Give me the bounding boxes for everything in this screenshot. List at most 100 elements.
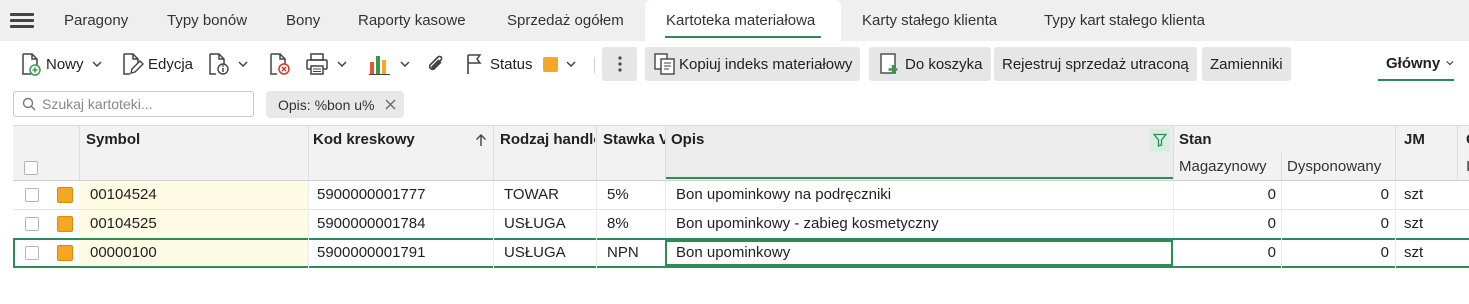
substitutes-button[interactable]: Zamienniki <box>1202 47 1291 81</box>
header-label: Kod kreskowy <box>313 131 415 148</box>
status-square <box>57 216 73 232</box>
attachments-button[interactable] <box>425 47 447 81</box>
column-divider <box>1173 181 1174 238</box>
cell-stock-warehouse: 0 <box>1267 186 1276 203</box>
tab-sprzedaz-ogolem[interactable]: Sprzedaż ogółem <box>507 0 624 41</box>
chevron-down-icon <box>566 61 576 67</box>
cell-vat: NPN <box>607 244 639 261</box>
column-divider <box>1395 181 1396 268</box>
cell-unit: szt <box>1404 244 1424 261</box>
to-cart-label: Do koszyka <box>905 55 983 73</box>
tab-label: Typy kart stałego klienta <box>1044 12 1205 29</box>
status-square <box>57 245 73 261</box>
column-divider <box>1395 125 1396 181</box>
cell-barcode: 5900000001791 <box>317 244 426 261</box>
status-button[interactable]: Status <box>464 47 576 81</box>
header-label: Dysponowany <box>1287 158 1382 175</box>
select-all-checkbox[interactable] <box>24 161 38 175</box>
column-filter-button[interactable] <box>1150 129 1170 151</box>
table-row[interactable]: 00104524 5900000001777 TOWAR 5% Bon upom… <box>13 181 1469 210</box>
tab-raporty-kasowe[interactable]: Raporty kasowe <box>358 0 466 41</box>
cell-description: Bon upominkowy na podręczniki <box>676 186 892 203</box>
column-divider <box>308 181 309 268</box>
cell-description: Bon upominkowy <box>676 244 791 261</box>
edit-label: Edycja <box>148 55 194 73</box>
close-icon[interactable] <box>385 99 396 110</box>
column-divider <box>1173 125 1174 181</box>
cell-stock-warehouse: 0 <box>1267 215 1276 232</box>
cell-stock-available: 0 <box>1380 244 1389 261</box>
view-selector[interactable]: Główny <box>1378 47 1454 81</box>
cell-barcode: 5900000001777 <box>317 186 426 203</box>
filter-chip[interactable]: Opis: %bon u% <box>266 91 404 118</box>
paperclip-icon <box>428 55 443 71</box>
header-vat[interactable]: Stawka V <box>603 131 665 148</box>
column-divider <box>493 125 494 181</box>
delete-button[interactable] <box>267 47 291 81</box>
reports-button[interactable] <box>368 47 410 81</box>
register-lost-sale-label: Rejestruj sprzedaż utraconą <box>1002 55 1189 73</box>
tab-bony[interactable]: Bony <box>286 0 320 41</box>
search-input[interactable] <box>42 96 242 112</box>
cell-unit: szt <box>1404 215 1424 232</box>
edit-button[interactable]: Edycja <box>120 47 193 81</box>
cell-description: Bon upominkowy - zabieg kosmetyczny <box>676 215 939 232</box>
header-label: Magazynowy <box>1179 158 1267 175</box>
view-selector-label: Główny <box>1386 54 1441 72</box>
more-options-button[interactable] <box>602 47 637 81</box>
focused-cell-description[interactable]: Bon upominkowy <box>665 240 1173 266</box>
tab-label: Sprzedaż ogółem <box>507 12 624 29</box>
header-description[interactable]: Opis <box>671 131 871 148</box>
cell-symbol: 00000100 <box>90 244 157 261</box>
column-divider <box>1281 181 1282 268</box>
tab-paragony[interactable]: Paragony <box>64 0 128 41</box>
header-label: JM <box>1404 131 1425 148</box>
new-button[interactable]: Nowy <box>18 47 102 81</box>
column-divider <box>1281 153 1282 181</box>
tab-typy-bonow[interactable]: Typy bonów <box>167 0 247 41</box>
substitutes-label: Zamienniki <box>1210 55 1283 73</box>
toolbar: Nowy Edycja Status Kopiuj indeks materia… <box>0 41 1469 87</box>
status-label: Status <box>490 55 533 73</box>
cell-stock-available: 0 <box>1380 186 1389 203</box>
printer-icon <box>306 53 328 75</box>
print-button[interactable] <box>305 47 347 81</box>
tab-kartoteka-materialowa[interactable]: Kartoteka materiałowa <box>645 0 841 41</box>
sort-arrow-up-icon[interactable] <box>475 133 487 147</box>
tab-karty-stalego-klienta[interactable]: Karty stałego klienta <box>862 0 997 41</box>
column-divider <box>665 125 666 181</box>
status-square <box>57 187 73 203</box>
table-row[interactable]: 00104525 5900000001784 USŁUGA 8% Bon upo… <box>13 210 1469 239</box>
row-checkbox[interactable] <box>25 217 39 231</box>
header-unit[interactable]: JM <box>1404 131 1454 148</box>
header-label: Rodzaj handlo <box>500 131 595 148</box>
hamburger-menu-icon[interactable] <box>10 13 34 29</box>
header-trade-type[interactable]: Rodzaj handlo <box>500 131 595 148</box>
flag-icon <box>467 54 482 74</box>
header-stock[interactable]: Stan <box>1179 131 1279 148</box>
tab-label: Typy bonów <box>167 12 248 29</box>
document-info-button[interactable] <box>206 47 248 81</box>
header-stock-warehouse[interactable]: Magazynowy <box>1179 158 1279 175</box>
search-box[interactable] <box>13 91 254 117</box>
register-lost-sale-button[interactable]: Rejestruj sprzedaż utraconą <box>994 47 1197 81</box>
tab-typy-kart-stalego-klienta[interactable]: Typy kart stałego klienta <box>1044 0 1205 41</box>
cell-stock-warehouse: 0 <box>1267 244 1276 261</box>
header-stock-available[interactable]: Dysponowany <box>1287 158 1392 175</box>
cell-barcode: 5900000001784 <box>317 215 426 232</box>
search-icon <box>22 97 36 111</box>
row-checkbox[interactable] <box>25 246 39 260</box>
header-barcode[interactable]: Kod kreskowy <box>313 131 463 148</box>
tab-label: Bony <box>286 12 321 29</box>
status-color-square <box>542 56 558 72</box>
table-row-selected[interactable]: 00000100 5900000001791 USŁUGA NPN Bon up… <box>13 238 1469 268</box>
tab-label: Kartoteka materiałowa <box>666 12 816 29</box>
tab-label: Raporty kasowe <box>358 12 466 29</box>
column-divider <box>596 181 597 268</box>
copy-index-button[interactable]: Kopiuj indeks materiałowy <box>645 47 861 81</box>
row-checkbox[interactable] <box>25 188 39 202</box>
header-symbol[interactable]: Symbol <box>86 131 306 148</box>
cell-trade-type: USŁUGA <box>504 244 566 261</box>
to-cart-button[interactable]: Do koszyka <box>869 47 991 81</box>
cell-symbol: 00104524 <box>90 186 157 203</box>
